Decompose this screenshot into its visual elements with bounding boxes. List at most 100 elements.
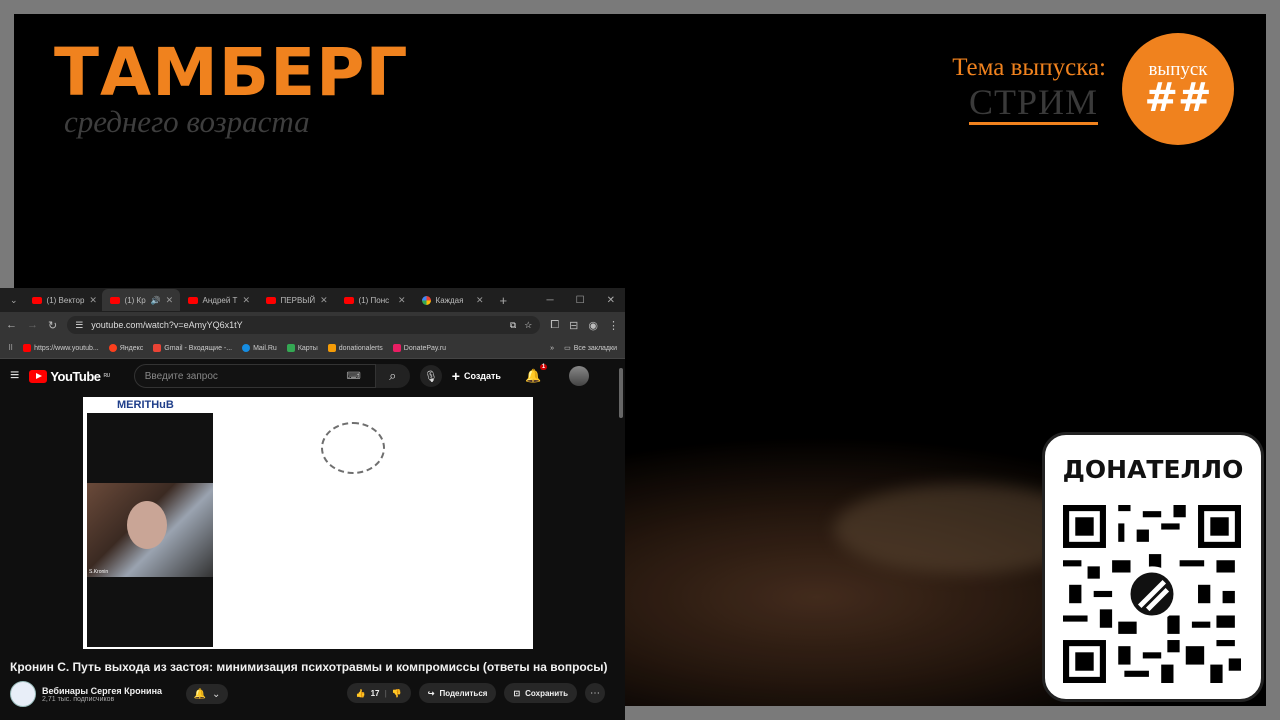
browser-tab[interactable]: ПЕРВЫЙ ✕ bbox=[258, 289, 336, 311]
bookmark-item[interactable]: Карты bbox=[286, 344, 318, 352]
close-icon[interactable]: ✕ bbox=[89, 295, 97, 306]
bookmark-item[interactable]: Яндекс bbox=[108, 344, 144, 352]
create-button[interactable]: + Создать bbox=[452, 368, 501, 384]
thumbs-down-icon[interactable]: 👎 bbox=[392, 689, 402, 698]
channel-avatar[interactable] bbox=[10, 681, 36, 707]
donate-qr-code[interactable] bbox=[1063, 505, 1241, 683]
bookmark-item[interactable]: donationalerts bbox=[327, 344, 383, 352]
webcam-panel: S.Kronin bbox=[87, 413, 213, 647]
bookmark-label: Mail.Ru bbox=[253, 344, 277, 352]
close-icon[interactable]: ✕ bbox=[398, 295, 406, 306]
search-input[interactable]: Введите запрос ⌨ bbox=[133, 364, 376, 388]
maximize-icon[interactable]: ☐ bbox=[576, 295, 585, 306]
forward-icon[interactable]: → bbox=[27, 319, 38, 331]
reload-icon[interactable]: ↻ bbox=[48, 319, 57, 332]
youtube-logo[interactable]: YouTube RU bbox=[29, 369, 110, 384]
youtube-header: ≡ YouTube RU Введите запрос ⌨ ⌕ 🎙 + Созда… bbox=[0, 359, 625, 393]
hamburger-icon[interactable]: ≡ bbox=[10, 367, 19, 385]
bookmark-item[interactable]: Mail.Ru bbox=[242, 344, 277, 352]
voice-search-button[interactable]: 🎙 bbox=[419, 365, 442, 387]
bookmark-label: https://www.youtub... bbox=[34, 344, 99, 352]
youtube-icon bbox=[265, 296, 276, 304]
folder-icon: ▭ bbox=[564, 345, 571, 352]
window-controls: ─ ☐ ✕ bbox=[547, 295, 625, 306]
close-icon[interactable]: ✕ bbox=[166, 295, 174, 306]
browser-tab[interactable]: Андрей Т ✕ bbox=[180, 289, 258, 311]
tab-strip: ⌄ (1) Вектор ✕ (1) Кр 🔊 ✕ Андрей Т ✕ ПЕРВЫЙ ✕… bbox=[0, 288, 625, 312]
video-actions: 👍 17 | 👎 ↪ Поделиться ⊡ Сохранить ⋯ bbox=[346, 683, 605, 703]
all-bookmarks[interactable]: ▭ Все закладки bbox=[564, 344, 617, 353]
site-info-icon[interactable]: ☰ bbox=[75, 320, 83, 331]
donate-card: ДОНАТЕЛЛО bbox=[1042, 432, 1264, 702]
more-bookmarks-icon[interactable]: » bbox=[550, 345, 554, 352]
youtube-icon bbox=[23, 344, 32, 352]
tab-label: ПЕРВЫЙ bbox=[280, 295, 316, 305]
cast-icon[interactable]: ⊟ bbox=[569, 319, 578, 332]
search-button[interactable]: ⌕ bbox=[375, 364, 410, 388]
webcam-feed: S.Kronin bbox=[87, 483, 213, 577]
microphone-icon: 🎙 bbox=[423, 370, 438, 383]
video-player[interactable]: MERITHuB S.Kronin bbox=[83, 397, 533, 649]
notifications-button[interactable]: 🔔 1 bbox=[525, 364, 548, 384]
bookmark-item[interactable]: DonatePay.ru bbox=[392, 344, 447, 352]
brand-title: ТАМБЕРГ bbox=[54, 34, 409, 111]
apps-icon[interactable]: ⠿ bbox=[8, 344, 13, 352]
like-button[interactable]: 👍 17 | 👎 bbox=[346, 683, 411, 703]
episode-theme: Тема выпуска: СТРИМ bbox=[952, 54, 1106, 125]
minimize-icon[interactable]: ─ bbox=[547, 295, 554, 306]
share-label: Поделиться bbox=[439, 688, 488, 698]
donatepay-icon bbox=[392, 344, 401, 352]
share-button[interactable]: ↪ Поделиться bbox=[418, 683, 497, 703]
close-window-icon[interactable]: ✕ bbox=[607, 295, 615, 306]
youtube-icon bbox=[109, 296, 120, 304]
share-icon: ↪ bbox=[427, 688, 435, 698]
merithub-logo: MERITHuB bbox=[117, 399, 174, 411]
tab-label: Андрей Т bbox=[202, 295, 238, 305]
bookmark-label: Карты bbox=[297, 344, 318, 352]
save-button[interactable]: ⊡ Сохранить bbox=[504, 683, 577, 703]
extensions-icon[interactable]: ⧠ bbox=[550, 319, 559, 332]
bookmark-star-icon[interactable]: ☆ bbox=[524, 320, 532, 331]
thumbs-up-icon: 👍 bbox=[355, 688, 366, 698]
bookmark-item[interactable]: https://www.youtub... bbox=[23, 344, 99, 352]
channel-info: Вебинары Сергея Кронина 2,71 тыс. подпис… bbox=[10, 681, 229, 707]
plus-icon: + bbox=[451, 368, 460, 384]
whiteboard-sketch bbox=[321, 422, 385, 474]
browser-tab[interactable]: (1) Вектор ✕ bbox=[24, 289, 102, 311]
bookmark-icon: ⊡ bbox=[513, 688, 521, 698]
browser-window: ⌄ (1) Вектор ✕ (1) Кр 🔊 ✕ Андрей Т ✕ ПЕРВЫЙ ✕… bbox=[0, 288, 625, 720]
address-bar-row: ← → ↻ ☰ youtube.com/watch?v=eAmyYQ6x1tY … bbox=[0, 312, 625, 338]
subscription-bell-button[interactable]: 🔔 ⌄ bbox=[186, 684, 229, 704]
youtube-icon bbox=[343, 296, 354, 304]
browser-tab-active[interactable]: (1) Кр 🔊 ✕ bbox=[101, 289, 180, 311]
maps-icon bbox=[286, 344, 295, 352]
tab-label: (1) Кр bbox=[124, 295, 146, 305]
more-actions-button[interactable]: ⋯ bbox=[585, 683, 605, 703]
gmail-icon bbox=[153, 344, 162, 352]
close-icon[interactable]: ✕ bbox=[320, 295, 328, 306]
channel-name[interactable]: Вебинары Сергея Кронина bbox=[42, 686, 162, 696]
close-icon[interactable]: ✕ bbox=[476, 295, 484, 306]
profile-icon[interactable]: ◉ bbox=[588, 319, 598, 332]
page-scrollbar[interactable] bbox=[619, 368, 623, 418]
close-icon[interactable]: ✕ bbox=[242, 295, 250, 306]
tab-list-button[interactable]: ⌄ bbox=[4, 295, 24, 306]
youtube-icon bbox=[187, 296, 198, 304]
theme-label: Тема выпуска: bbox=[952, 54, 1106, 81]
bookmark-item[interactable]: Gmail - Входящие -... bbox=[153, 344, 232, 352]
donate-title: ДОНАТЕЛЛО bbox=[1062, 455, 1244, 484]
browser-tab[interactable]: Каждая ✕ bbox=[414, 289, 492, 311]
keyboard-icon[interactable]: ⌨ bbox=[346, 371, 360, 382]
install-app-icon[interactable]: ⧉ bbox=[510, 320, 516, 331]
speaker-icon[interactable]: 🔊 bbox=[151, 296, 161, 305]
bookmark-label: Яндекс bbox=[119, 344, 144, 352]
new-tab-button[interactable]: + bbox=[492, 293, 516, 308]
bookmark-label: DonatePay.ru bbox=[403, 344, 447, 352]
back-icon[interactable]: ← bbox=[6, 319, 17, 331]
url-field[interactable]: ☰ youtube.com/watch?v=eAmyYQ6x1tY ⧉ ☆ bbox=[67, 316, 541, 334]
browser-tab[interactable]: (1) Понс ✕ bbox=[336, 289, 414, 311]
mailru-icon bbox=[242, 344, 251, 352]
menu-icon[interactable]: ⋮ bbox=[608, 319, 619, 332]
search-icon: ⌕ bbox=[389, 368, 397, 383]
account-avatar[interactable] bbox=[569, 366, 590, 386]
